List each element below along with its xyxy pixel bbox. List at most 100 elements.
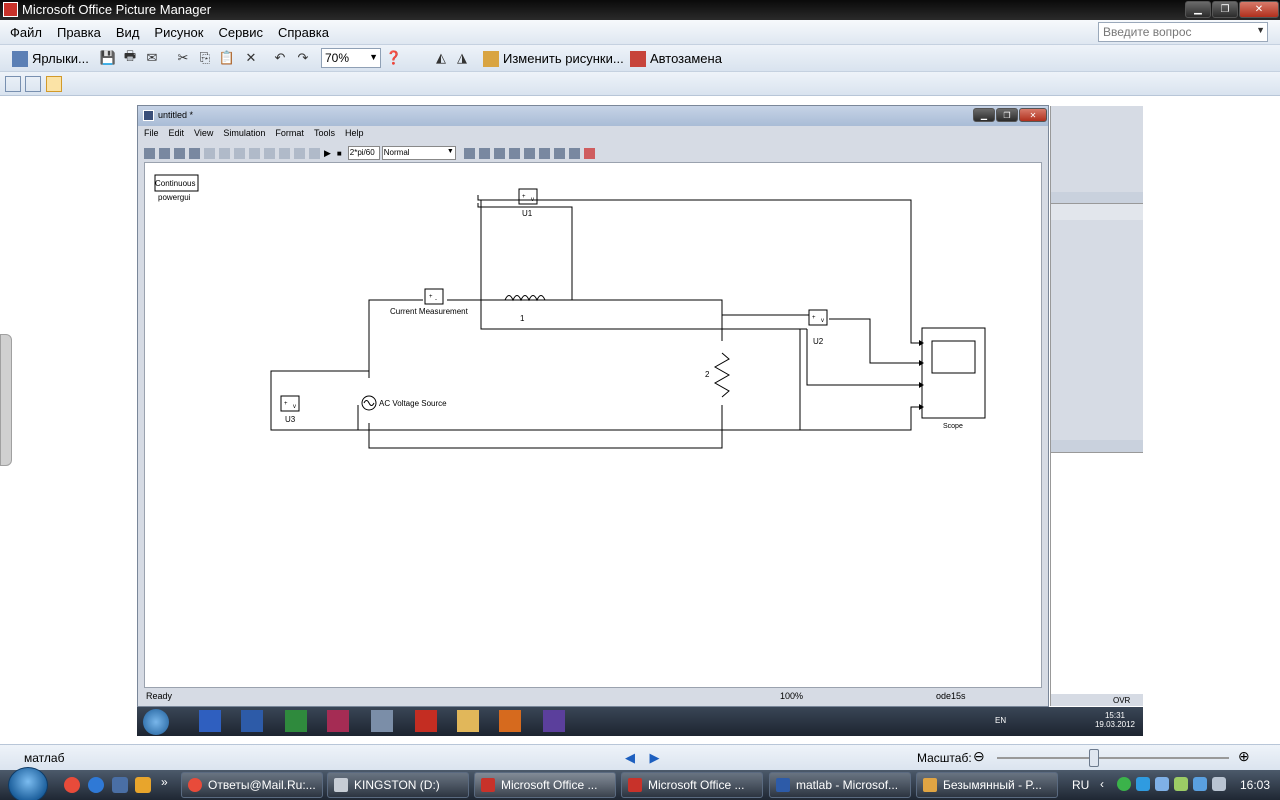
task-paint[interactable]: Безымянный - P... — [916, 772, 1058, 798]
simulink-canvas[interactable]: Continuous powergui U1 Current Measureme… — [144, 162, 1042, 688]
copy-icon[interactable]: ⎘ — [197, 50, 213, 66]
undo-icon[interactable] — [294, 147, 305, 159]
paste-icon[interactable]: 📋 — [219, 50, 235, 66]
library-browser-icon[interactable] — [508, 147, 520, 159]
tray-expand-icon[interactable]: ‹ — [1100, 777, 1104, 791]
new-icon[interactable] — [144, 147, 155, 159]
forward-icon[interactable] — [264, 147, 275, 159]
stop-icon[interactable]: ■ — [337, 149, 342, 158]
cut-icon[interactable] — [204, 147, 215, 159]
save-icon[interactable]: 💾 — [100, 50, 116, 66]
sim-menu-format[interactable]: Format — [275, 128, 304, 142]
tray-signal-icon[interactable] — [1193, 777, 1207, 791]
previous-icon[interactable]: ◀ — [625, 750, 635, 765]
filmstrip-view-icon[interactable] — [25, 76, 41, 92]
back-icon[interactable] — [249, 147, 260, 159]
current-measurement-block[interactable] — [424, 288, 444, 305]
single-view-icon[interactable] — [46, 76, 62, 92]
help-icon[interactable]: ❓ — [386, 50, 402, 66]
inner-folder-icon — [457, 710, 479, 732]
sim-restore-button[interactable]: ❐ — [996, 108, 1018, 122]
view-toolbar — [0, 72, 1280, 96]
tray-usb-icon[interactable] — [1155, 777, 1169, 791]
task-picture-manager-2[interactable]: Microsoft Office ... — [621, 772, 763, 798]
minimize-button[interactable]: ▁ — [1185, 1, 1211, 18]
stop-time-input[interactable]: 2*pi/60 — [347, 146, 380, 160]
menu-picture[interactable]: Рисунок — [154, 25, 203, 40]
help-search-input[interactable]: Введите вопрос ▼ — [1098, 22, 1268, 42]
menu-tools[interactable]: Сервис — [218, 25, 263, 40]
tray-volume-icon[interactable] — [1212, 777, 1226, 791]
redo-icon[interactable] — [309, 147, 320, 159]
undo-icon[interactable]: ↶ — [272, 50, 288, 66]
zoom-out-icon[interactable]: ⊖ — [973, 748, 985, 765]
restore-button[interactable]: ❐ — [1212, 1, 1238, 18]
thumbnail-view-icon[interactable] — [5, 76, 21, 92]
next-icon[interactable]: ▶ — [649, 750, 659, 765]
sim-menu-simulation[interactable]: Simulation — [223, 128, 265, 142]
chrome-icon[interactable] — [64, 777, 80, 793]
explorer-icon[interactable] — [112, 777, 128, 793]
shortcuts-button[interactable]: Ярлыки... — [12, 49, 89, 68]
language-indicator[interactable]: RU — [1072, 778, 1089, 792]
sim-menu-tools[interactable]: Tools — [314, 128, 335, 142]
edit-pictures-button[interactable]: Изменить рисунки... — [483, 49, 624, 68]
simulink-statusbar: Ready 100% ode15s — [144, 689, 1042, 703]
tray-clock[interactable]: 16:03 — [1240, 778, 1270, 792]
rotate-right-icon[interactable]: ◮ — [454, 50, 470, 66]
play-icon[interactable]: ▶ — [324, 148, 331, 159]
tray-battery-icon[interactable] — [1174, 777, 1188, 791]
tray-app-icon[interactable] — [1117, 777, 1131, 791]
rotate-left-icon[interactable]: ◭ — [433, 50, 449, 66]
inductor-block[interactable] — [504, 295, 546, 302]
sim-close-button[interactable]: ✕ — [1019, 108, 1047, 122]
save-icon[interactable] — [174, 147, 185, 159]
close-button[interactable]: ✕ — [1239, 1, 1279, 18]
task-mailru[interactable]: Ответы@Mail.Ru:... — [181, 772, 323, 798]
task-kingston[interactable]: KINGSTON (D:) — [327, 772, 469, 798]
ie-icon[interactable] — [88, 777, 104, 793]
email-icon[interactable]: ✉ — [144, 50, 160, 66]
model-explorer-icon[interactable] — [538, 147, 550, 159]
task-picture-manager-1[interactable]: Microsoft Office ... — [474, 772, 616, 798]
delete-icon[interactable]: ✕ — [243, 50, 259, 66]
update-diagram-icon[interactable] — [478, 147, 490, 159]
cut-icon[interactable]: ✂ — [175, 50, 191, 66]
tray-network-icon[interactable] — [1136, 777, 1150, 791]
copy-icon[interactable] — [219, 147, 230, 159]
sim-menu-edit[interactable]: Edit — [169, 128, 185, 142]
sim-minimize-button[interactable]: ▁ — [973, 108, 995, 122]
menu-view[interactable]: Вид — [116, 25, 140, 40]
menu-file[interactable]: Файл — [10, 25, 42, 40]
menu-help[interactable]: Справка — [278, 25, 329, 40]
sim-menu-view[interactable]: View — [194, 128, 213, 142]
build-icon[interactable] — [463, 147, 475, 159]
media-icon[interactable] — [135, 777, 151, 793]
task-word-matlab[interactable]: matlab - Microsof... — [769, 772, 911, 798]
redo-icon[interactable]: ↷ — [295, 50, 311, 66]
zoom-slider-track[interactable] — [997, 757, 1229, 759]
menu-edit[interactable]: Правка — [57, 25, 101, 40]
debug-icon[interactable] — [553, 147, 565, 159]
chevron-down-icon[interactable]: ▼ — [1256, 25, 1265, 35]
quicklaunch-more-icon[interactable]: » — [161, 775, 168, 789]
profiler-icon[interactable] — [583, 147, 595, 159]
open-icon[interactable] — [159, 147, 170, 159]
sim-menu-help[interactable]: Help — [345, 128, 364, 142]
zoom-slider-thumb[interactable] — [1089, 749, 1100, 767]
signal-icon[interactable] — [568, 147, 580, 159]
model-advisor-icon[interactable] — [493, 147, 505, 159]
toggle-model-browser-icon[interactable] — [523, 147, 535, 159]
resistor-block[interactable] — [713, 352, 731, 398]
up-icon[interactable] — [279, 147, 290, 159]
paste-icon[interactable] — [234, 147, 245, 159]
zoom-in-icon[interactable]: ⊕ — [1238, 748, 1250, 765]
sim-menu-file[interactable]: File — [144, 128, 159, 142]
zoom-select[interactable]: 70% ▼ — [321, 48, 381, 68]
autocorrect-button[interactable]: Автозамена — [630, 49, 722, 68]
simulation-mode-select[interactable]: Normal — [381, 146, 456, 160]
start-button[interactable] — [8, 767, 48, 800]
print-icon[interactable] — [189, 147, 200, 159]
print-icon[interactable]: 🖶 — [122, 48, 138, 66]
side-panel-handle[interactable] — [0, 334, 12, 466]
